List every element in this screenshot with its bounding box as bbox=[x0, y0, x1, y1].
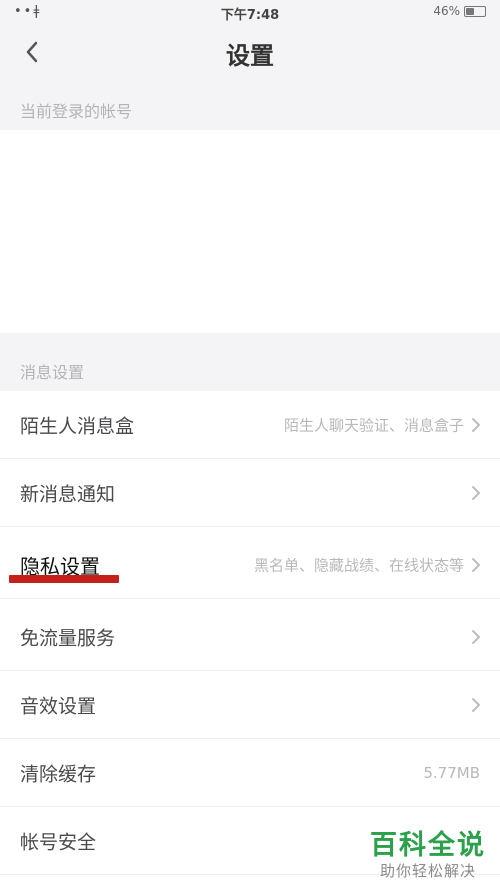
settings-row-label: 帐号安全 bbox=[20, 831, 97, 853]
chevron-right-icon bbox=[470, 485, 482, 501]
status-time: 下午7:48 bbox=[220, 8, 280, 23]
settings-row-label: 音效设置 bbox=[20, 695, 97, 717]
section-header-account-label: 当前登录的帐号 bbox=[20, 102, 133, 121]
settings-row[interactable]: 清除缓存 5.77MB bbox=[0, 739, 500, 807]
watermark-title: 百科全说 bbox=[370, 830, 486, 861]
settings-row[interactable]: 陌生人消息盒 陌生人聊天验证、消息盒子 bbox=[0, 391, 500, 459]
settings-row[interactable]: 音效设置 bbox=[0, 671, 500, 739]
settings-row[interactable]: 免流量服务 bbox=[0, 603, 500, 671]
watermark-logo: 百科全说 助你轻松解决 bbox=[370, 823, 486, 881]
settings-row-value: 5.77MB bbox=[423, 763, 480, 782]
settings-row-value: 陌生人聊天验证、消息盒子 bbox=[283, 416, 464, 434]
highlight-underline bbox=[9, 575, 119, 583]
section-header-message: 消息设置 bbox=[0, 333, 500, 391]
settings-row-label: 免流量服务 bbox=[20, 627, 116, 649]
settings-row-value: 黑名单、隐藏战绩、在线状态等 bbox=[253, 556, 464, 574]
settings-row-label: 新消息通知 bbox=[20, 483, 116, 505]
section-header-message-label: 消息设置 bbox=[20, 363, 85, 382]
chevron-right-icon bbox=[470, 629, 482, 645]
chevron-right-icon bbox=[470, 557, 482, 573]
chevron-right-icon bbox=[470, 417, 482, 433]
battery-percent: 46% bbox=[433, 4, 460, 18]
settings-row-label: 陌生人消息盒 bbox=[20, 415, 135, 437]
chevron-right-icon bbox=[470, 697, 482, 713]
page-title: 设置 bbox=[226, 42, 274, 70]
current-account-block[interactable] bbox=[0, 130, 500, 333]
battery-icon bbox=[464, 5, 486, 17]
status-bar: ••ǂ 下午7:48 46% bbox=[0, 0, 500, 26]
settings-row-label: 清除缓存 bbox=[20, 763, 97, 785]
battery-fill bbox=[466, 7, 474, 15]
battery-status: 46% bbox=[433, 4, 486, 18]
nav-bar: 设置 bbox=[0, 26, 500, 82]
settings-row[interactable]: 新消息通知 bbox=[0, 459, 500, 527]
section-header-account: 当前登录的帐号 bbox=[0, 82, 500, 130]
watermark-subtitle: 助你轻松解决 bbox=[379, 862, 476, 880]
settings-row[interactable]: 隐私设置 黑名单、隐藏战绩、在线状态等 bbox=[0, 531, 500, 599]
